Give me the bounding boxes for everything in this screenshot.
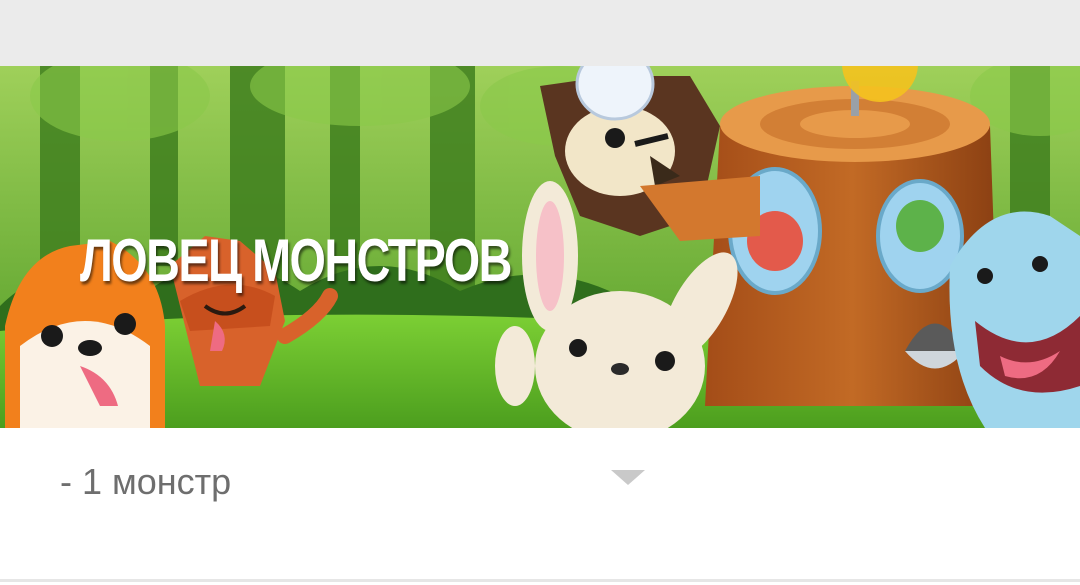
monster-count-select[interactable]: - 1 монстр [60, 452, 660, 512]
chevron-down-icon[interactable] [611, 470, 645, 485]
banner-title: ЛОВЕЦ МОНСТРОВ [80, 227, 512, 294]
divider [0, 579, 1080, 582]
top-bar [0, 0, 1080, 67]
game-banner[interactable]: ЛОВЕЦ МОНСТРОВ [0, 66, 1080, 428]
select-value: - 1 монстр [60, 461, 232, 502]
